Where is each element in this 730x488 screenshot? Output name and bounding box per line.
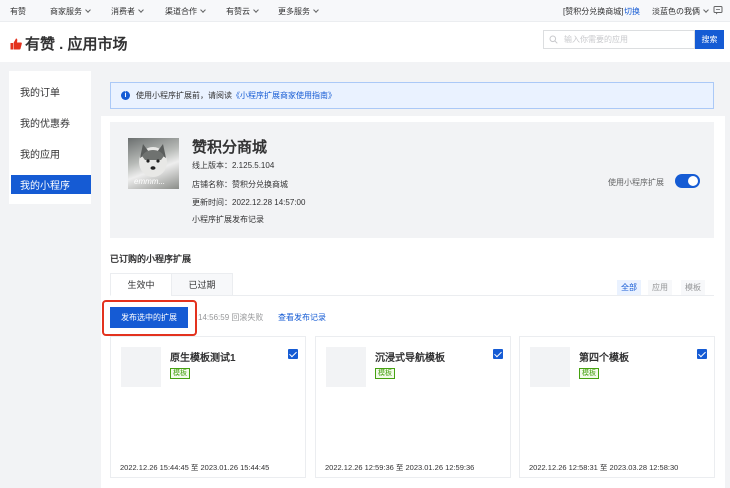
version-row: 线上版本：2.125.5.104 [192,160,274,171]
extension-date-range: 2022.12.26 12:59:36 至 2023.01.26 12:59:3… [325,463,475,472]
app-market-logo[interactable]: 有赞 . 应用市场 [10,33,128,54]
topnav-menu-consumer[interactable]: 消费者 [111,6,144,17]
chevron-down-icon [253,7,259,13]
extension-date-range: 2022.12.26 12:58:31 至 2023.03.28 12:58:3… [529,463,679,472]
search-icon [549,35,558,44]
topnav-menu-label: 渠道合作 [165,7,197,16]
switch-shop-link[interactable]: 切换 [624,6,640,17]
topnav-home-link[interactable]: 有赞 [10,6,26,17]
sidebar: 我的订单 我的优惠券 我的应用 我的小程序 [9,71,91,204]
extension-thumbnail [530,347,570,387]
extension-toggle[interactable] [675,174,700,188]
topnav-menu-label: 更多服务 [278,7,310,16]
publish-records-link[interactable]: 小程序扩展发布记录 [192,214,264,225]
version-label: 线上版本： [192,161,232,170]
chevron-down-icon [703,7,709,13]
store-label: 店铺名称： [192,180,232,189]
tab-expired[interactable]: 已过期 [171,273,233,296]
topnav-menu-channel[interactable]: 渠道合作 [165,6,206,17]
chevron-down-icon [313,7,319,13]
sidebar-item-mini-program[interactable]: 我的小程序 [11,175,91,194]
thumbs-up-icon [10,38,22,49]
top-nav: 有赞 商家服务 消费者 渠道合作 有赞云 更多服务 [赞积分兑换商城] 切换 淡… [0,0,730,22]
view-records-link[interactable]: 查看发布记录 [278,312,326,323]
extension-name: 沉浸式导航模板 [375,353,445,364]
tab-active[interactable]: 生效中 [110,273,172,296]
topnav-menu-label: 商家服务 [50,7,82,16]
mini-program-title: 赞积分商城 [192,139,268,156]
current-shop-name: [赞积分兑换商城] [563,7,624,16]
extension-tag: 模板 [170,368,190,379]
updated-value: 2022.12.28 14:57:00 [232,198,306,207]
updated-label: 更新时间： [192,198,232,207]
sidebar-item-orders[interactable]: 我的订单 [11,82,91,101]
extension-tag: 模板 [375,368,395,379]
notice-banner: i 使用小程序扩展前，请阅读 《小程序扩展商家使用指南》 [110,82,714,109]
filter-apps[interactable]: 应用 [648,280,672,295]
topnav-menu-label: 消费者 [111,7,135,16]
extension-thumbnail [326,347,366,387]
store-value: 赞积分兑换商城 [232,180,288,189]
logo-text: 有赞 . 应用市场 [25,36,128,53]
section-title: 已订购的小程序扩展 [110,254,192,264]
extension-card[interactable]: 原生模板测试1 模板 2022.12.26 15:44:45 至 2023.01… [110,336,306,478]
rollback-status: 14:56:59 回滚失败 [198,313,264,322]
user-name: 淡蓝色の我俩 [652,7,700,16]
notice-text: 使用小程序扩展前，请阅读 [136,91,232,100]
topnav-menu-more[interactable]: 更多服务 [278,6,319,17]
highlight-box [102,300,197,336]
extension-checkbox[interactable] [493,349,503,359]
extension-tag: 模板 [579,368,599,379]
filter-templates[interactable]: 模板 [681,280,705,295]
info-icon: i [121,91,130,100]
extension-checkbox[interactable] [288,349,298,359]
updated-row: 更新时间：2022.12.28 14:57:00 [192,197,305,208]
search-placeholder: 输入你需要的应用 [564,35,628,44]
avatar-caption: emmm... [134,177,166,186]
mini-program-avatar: emmm... [128,138,179,189]
topnav-menu-label: 有赞云 [226,7,250,16]
extension-name: 原生模板测试1 [170,353,236,364]
user-menu[interactable]: 淡蓝色の我俩 [652,6,709,17]
extension-date-range: 2022.12.26 15:44:45 至 2023.01.26 15:44:4… [120,463,270,472]
extension-checkbox[interactable] [697,349,707,359]
search-input[interactable]: 输入你需要的应用 [543,30,695,49]
chevron-down-icon [85,7,91,13]
extension-name: 第四个模板 [579,353,629,364]
version-value: 2.125.5.104 [232,161,275,170]
chevron-down-icon [138,7,144,13]
store-row: 店铺名称：赞积分兑换商城 [192,179,288,190]
chevron-down-icon [200,7,206,13]
extension-thumbnail [121,347,161,387]
sidebar-item-coupons[interactable]: 我的优惠券 [11,113,91,132]
extension-card[interactable]: 第四个模板 模板 2022.12.26 12:58:31 至 2023.03.2… [519,336,715,478]
extension-card[interactable]: 沉浸式导航模板 模板 2022.12.26 12:59:36 至 2023.01… [315,336,511,478]
filter-all[interactable]: 全部 [617,280,641,295]
search-button[interactable]: 搜索 [695,30,724,49]
extension-toggle-label: 使用小程序扩展 [608,178,664,187]
guide-link[interactable]: 《小程序扩展商家使用指南》 [232,90,336,101]
topnav-menu-merchant[interactable]: 商家服务 [50,6,91,17]
message-icon[interactable] [713,5,723,17]
sidebar-item-apps[interactable]: 我的应用 [11,144,91,163]
topnav-menu-youzan-cloud[interactable]: 有赞云 [226,6,259,17]
